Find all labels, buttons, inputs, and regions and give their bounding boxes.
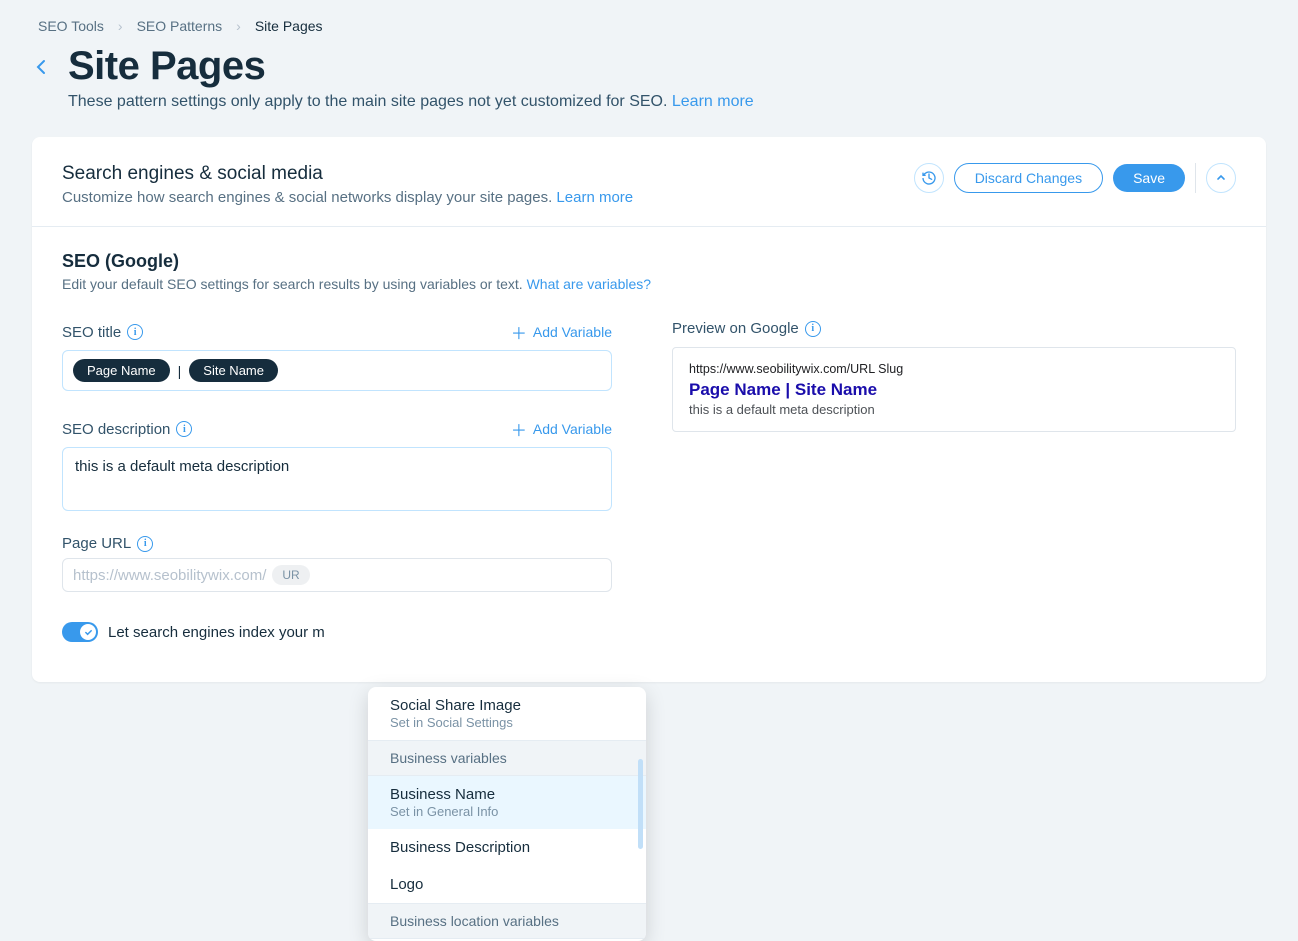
dropdown-group-business-variables: Business variables (368, 740, 646, 776)
discard-button[interactable]: Discard Changes (954, 163, 1103, 193)
seo-title-input[interactable]: Page Name | Site Name (62, 350, 612, 391)
plus-icon: ＋ (511, 320, 527, 344)
divider (1195, 163, 1196, 193)
card-desc: Customize how search engines & social ne… (62, 189, 633, 206)
breadcrumb-l1[interactable]: SEO Tools (38, 18, 104, 34)
seo-section-title: SEO (Google) (62, 251, 1236, 272)
chevron-right-icon: › (236, 18, 241, 34)
preview-title: Page Name | Site Name (689, 380, 1219, 400)
history-button[interactable] (914, 163, 944, 193)
seo-description-input[interactable]: this is a default meta description (62, 447, 612, 511)
page-subtitle: These pattern settings only apply to the… (68, 93, 1266, 111)
info-icon[interactable]: i (137, 536, 153, 552)
chevron-right-icon: › (118, 18, 123, 34)
url-prefix: https://www.seobilitywix.com/ (73, 567, 266, 584)
variable-dropdown[interactable]: Social Share Image Set in Social Setting… (368, 687, 646, 941)
seo-title-label: SEO title (62, 324, 121, 341)
seo-description-label: SEO description (62, 421, 170, 438)
preview-label: Preview on Google (672, 320, 799, 337)
plus-icon: ＋ (511, 417, 527, 441)
add-variable-button[interactable]: ＋Add Variable (511, 417, 612, 441)
dropdown-item-social-share-image[interactable]: Social Share Image Set in Social Setting… (368, 687, 646, 740)
google-preview: https://www.seobilitywix.com/URL Slug Pa… (672, 347, 1236, 432)
scrollbar[interactable] (638, 759, 643, 849)
index-toggle[interactable] (62, 622, 98, 642)
breadcrumb: SEO Tools › SEO Patterns › Site Pages (38, 18, 1266, 34)
learn-more-link[interactable]: Learn more (556, 189, 633, 206)
separator: | (178, 363, 182, 379)
variable-chip-page-name[interactable]: Page Name (73, 359, 170, 382)
page-url-input[interactable]: https://www.seobilitywix.com/ UR (62, 558, 612, 592)
collapse-button[interactable] (1206, 163, 1236, 193)
variable-chip-site-name[interactable]: Site Name (189, 359, 278, 382)
dropdown-item-logo[interactable]: Logo (368, 866, 646, 903)
page-title: Site Pages (68, 44, 265, 89)
preview-url: https://www.seobilitywix.com/URL Slug (689, 362, 1219, 376)
seo-settings-card: Search engines & social media Customize … (32, 137, 1266, 682)
index-toggle-label: Let search engines index your m (108, 624, 325, 641)
preview-desc: this is a default meta description (689, 402, 1219, 417)
dropdown-group-business-location: Business location variables (368, 903, 646, 939)
page-url-label: Page URL (62, 535, 131, 552)
learn-more-link[interactable]: Learn more (672, 93, 754, 110)
breadcrumb-l3: Site Pages (255, 18, 323, 34)
breadcrumb-l2[interactable]: SEO Patterns (137, 18, 223, 34)
save-button[interactable]: Save (1113, 164, 1185, 192)
toggle-knob (80, 624, 96, 640)
what-are-variables-link[interactable]: What are variables? (527, 276, 652, 292)
url-slug-chip: UR (272, 565, 309, 585)
seo-section-sub: Edit your default SEO settings for searc… (62, 276, 1236, 292)
info-icon[interactable]: i (176, 421, 192, 437)
back-chevron-icon[interactable] (32, 53, 50, 81)
card-title: Search engines & social media (62, 163, 633, 185)
dropdown-item-business-name[interactable]: Business Name Set in General Info (368, 776, 646, 829)
dropdown-item-business-description[interactable]: Business Description (368, 829, 646, 866)
add-variable-button[interactable]: ＋Add Variable (511, 320, 612, 344)
info-icon[interactable]: i (127, 324, 143, 340)
info-icon[interactable]: i (805, 321, 821, 337)
